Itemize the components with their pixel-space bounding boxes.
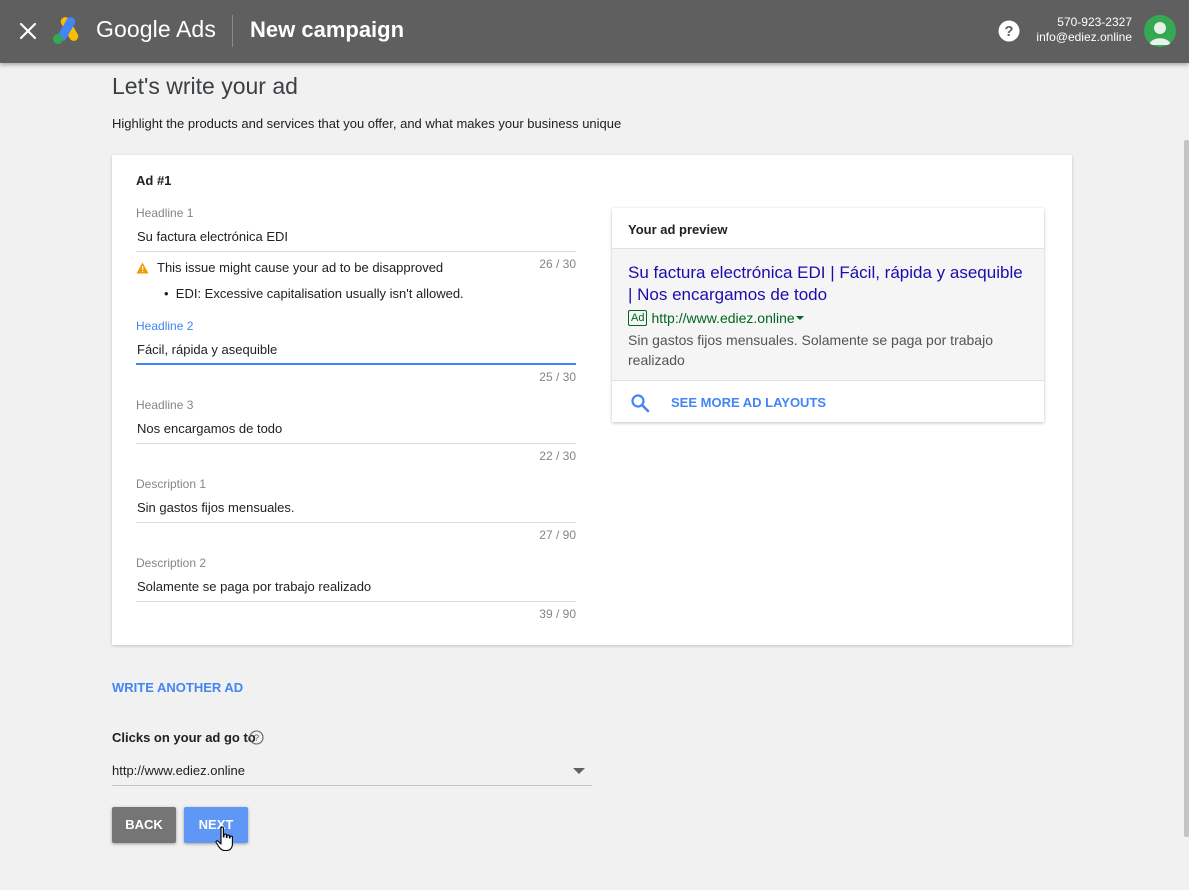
account-info[interactable]: 570-923-2327 info@ediez.online [1036,15,1132,45]
ad-preview-body: Su factura electrónica EDI | Fácil, rápi… [612,249,1044,381]
chevron-down-icon [795,315,804,320]
preview-url: http://www.ediez.online [651,309,795,326]
headline-1-input[interactable] [136,222,576,252]
search-icon [630,393,650,413]
final-url-select[interactable]: http://www.ediez.online [112,755,592,786]
char-count: 26 / 30 [539,257,576,271]
account-email: info@ediez.online [1036,30,1132,44]
top-bar: Google Ads New campaign ? 570-923-2327 i… [0,0,1189,63]
help-icon[interactable]: ? [997,19,1021,43]
svg-text:?: ? [1004,23,1013,40]
description-2-input[interactable] [136,572,576,602]
final-url-label: Clicks on your ad go to [112,730,256,745]
preview-description: Sin gastos fijos mensuales. Solamente se… [628,332,993,368]
see-more-label: SEE MORE AD LAYOUTS [671,395,827,410]
hand-cursor-icon [215,826,235,852]
field-label: Headline 2 [136,319,194,333]
preview-url-row: Ad http://www.ediez.online [628,309,804,326]
write-another-ad-link[interactable]: WRITE ANOTHER AD [112,680,243,695]
char-count: 39 / 90 [539,607,576,621]
back-button[interactable]: BACK [112,807,176,843]
ad-title: Ad #1 [136,173,172,188]
account-phone: 570-923-2327 [1057,15,1132,29]
page-subheading: Highlight the products and services that… [112,116,622,131]
page-title: New campaign [250,17,405,42]
char-count: 27 / 90 [539,528,576,542]
ad-badge: Ad [628,309,648,326]
svg-text:?: ? [254,733,259,744]
see-more-ad-layouts-button[interactable]: SEE MORE AD LAYOUTS [612,382,1044,422]
google-ads-logo-icon [52,17,84,45]
description-1-input[interactable] [136,493,576,523]
char-count: 25 / 30 [539,370,576,384]
topbar-divider [232,15,233,47]
scrollbar-thumb[interactable] [1184,140,1189,837]
dropdown-arrow-icon [573,768,585,774]
headline-2-input[interactable] [136,335,576,365]
bullet-dot: • [164,286,176,301]
close-icon[interactable] [16,19,40,43]
brand-name: Google Ads [96,16,216,42]
field-label: Description 2 [136,556,207,570]
warning-icon [136,262,149,274]
warning-text: This issue might cause your ad to be dis… [157,260,444,275]
avatar[interactable] [1144,15,1176,47]
ad-preview-header: Your ad preview [612,208,1044,249]
ad-preview-title: Your ad preview [628,222,728,237]
ad-preview-panel: Your ad preview Su factura electrónica E… [612,208,1044,422]
warning-bullet: • EDI: Excessive capitalisation usually … [164,286,464,301]
final-url-value: http://www.ediez.online [112,763,245,778]
page-heading: Let's write your ad [112,73,298,99]
warning-bullet-text: EDI: Excessive capitalisation usually is… [175,286,464,301]
preview-headline: Su factura electrónica EDI | Fácil, rápi… [628,263,1023,304]
help-circle-icon[interactable]: ? [249,730,264,745]
char-count: 22 / 30 [539,449,576,463]
ad-card: Ad #1 Headline 1 26 / 30 This issue migh… [112,155,1072,645]
field-label: Headline 3 [136,398,194,412]
field-label: Description 1 [136,477,207,491]
headline-3-input[interactable] [136,414,576,444]
field-label: Headline 1 [136,206,194,220]
